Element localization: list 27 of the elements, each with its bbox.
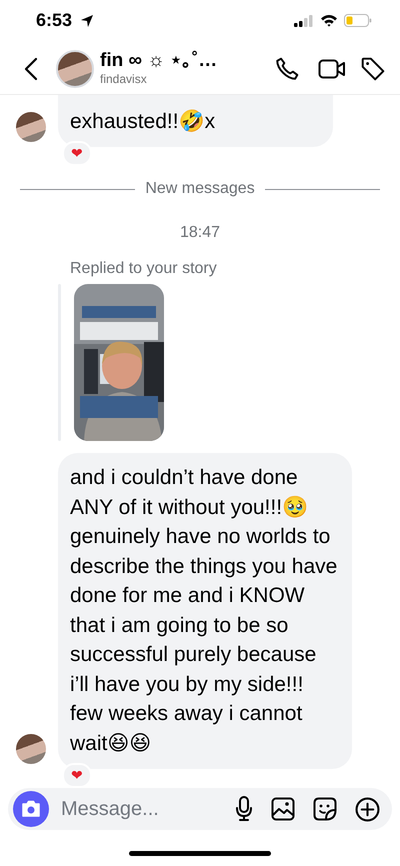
battery-icon [344, 14, 372, 28]
avatar[interactable] [56, 50, 94, 88]
message-bubble: exhausted!!🤣x [58, 94, 333, 148]
image-icon[interactable] [271, 797, 295, 822]
add-icon[interactable] [355, 796, 380, 822]
camera-icon [21, 800, 41, 818]
story-reply-label: Replied to your story [70, 260, 218, 278]
camera-button[interactable] [13, 791, 49, 828]
wifi-icon [320, 14, 338, 28]
signal-icon [294, 14, 314, 27]
heart-reaction[interactable]: ❤ [62, 763, 92, 788]
new-messages-label: New messages [145, 180, 255, 198]
avatar[interactable] [16, 112, 46, 142]
tag-icon[interactable] [360, 56, 386, 82]
status-time: 6:53 [36, 10, 72, 32]
sticker-icon[interactable] [313, 797, 337, 822]
contact-name[interactable]: fin ∞ ☼ ⋆｡˚… [100, 50, 260, 72]
video-camera-icon[interactable] [318, 56, 346, 81]
location-arrow-icon [80, 14, 94, 28]
timestamp: 18:47 [180, 224, 220, 242]
message-bubble: and i couldn’t have done ANY of it without you!!!🥹 genuinely have no worlds to describe the things you have done for me and i KNOW that i am going to be so successful purely because i’ll have you by my side!!! few weeks away i cannot wait😆😆 [58, 453, 352, 770]
phone-icon[interactable] [274, 56, 300, 82]
microphone-icon[interactable] [235, 796, 253, 822]
avatar[interactable] [16, 734, 46, 764]
contact-username: findavisx [100, 72, 148, 88]
heart-reaction[interactable]: ❤ [62, 141, 92, 166]
back-icon[interactable] [24, 56, 38, 81]
